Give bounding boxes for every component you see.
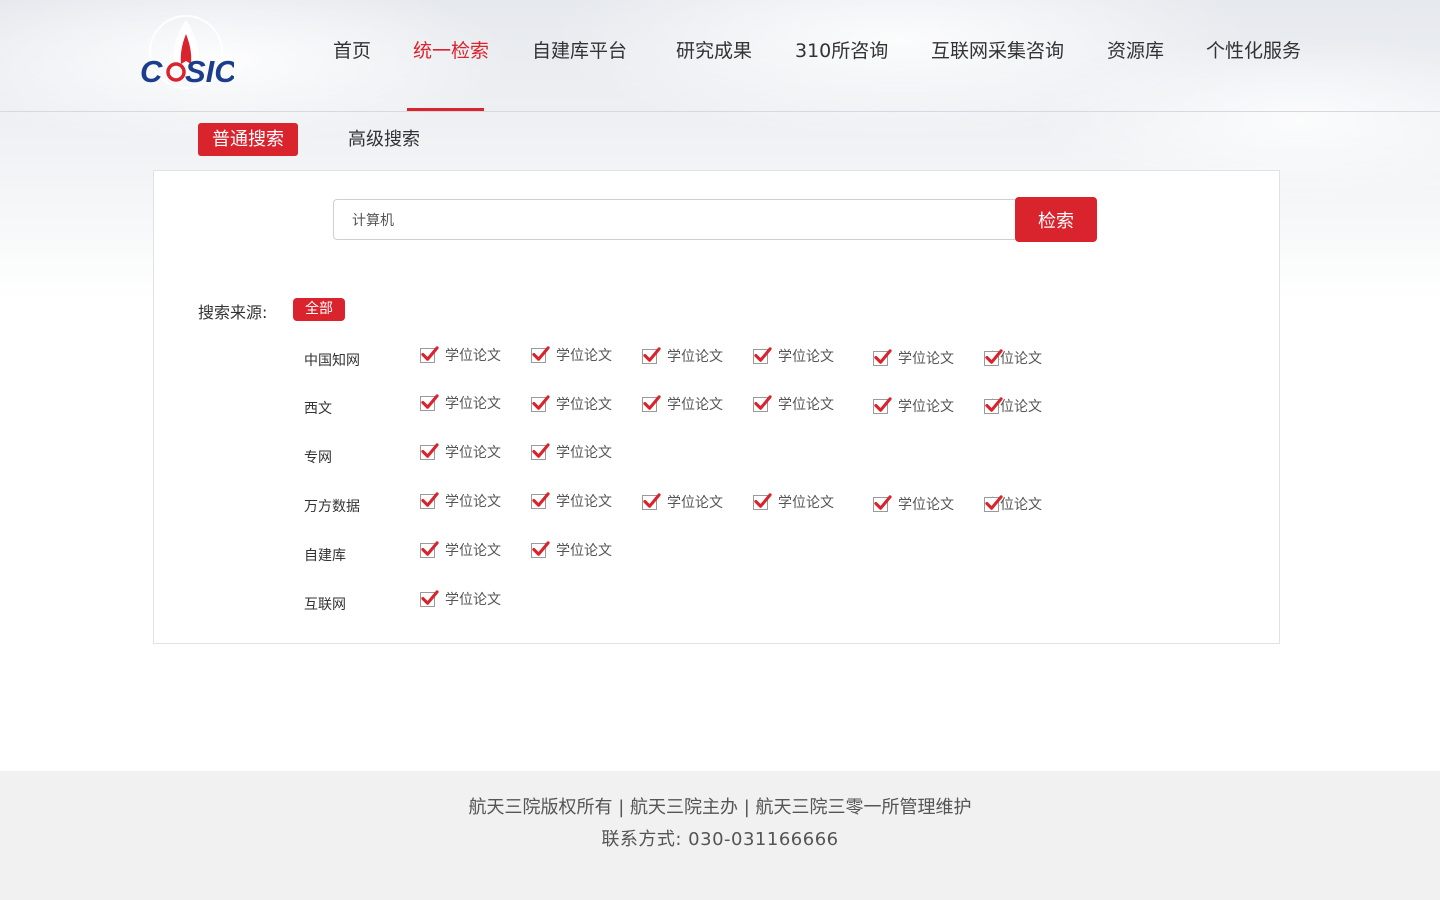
source-option-label: 学位论文 — [445, 592, 501, 608]
checkbox-checked-icon[interactable] — [420, 540, 439, 558]
svg-text:C: C — [140, 54, 163, 89]
select-all-button[interactable]: 全部 — [293, 298, 345, 321]
search-input[interactable] — [333, 199, 1017, 240]
source-row-label: 互联网 — [304, 597, 346, 613]
checkbox-checked-icon[interactable] — [531, 491, 550, 509]
source-option[interactable]: 学位论文 — [873, 494, 954, 514]
active-nav-indicator — [407, 108, 484, 111]
checkbox-checked-icon[interactable] — [873, 494, 892, 512]
source-option[interactable]: 学位论文 — [984, 494, 1042, 514]
checkbox-checked-icon[interactable] — [873, 348, 892, 366]
source-option-label: 学位论文 — [667, 495, 723, 511]
source-option[interactable]: 学位论文 — [642, 492, 723, 512]
source-row-label: 自建库 — [304, 548, 346, 564]
source-option[interactable]: 学位论文 — [420, 589, 501, 609]
source-option-label: 学位论文 — [445, 445, 501, 461]
checkbox-checked-icon[interactable] — [420, 491, 439, 509]
checkbox-checked-icon[interactable] — [420, 345, 439, 363]
checkbox-checked-icon[interactable] — [531, 540, 550, 558]
checkbox-checked-icon[interactable] — [984, 396, 1003, 414]
source-option-label: 学位论文 — [667, 397, 723, 413]
tab-advanced-search[interactable]: 高级搜索 — [348, 123, 420, 156]
source-option-label: 学位论文 — [556, 494, 612, 510]
source-option[interactable]: 学位论文 — [873, 396, 954, 416]
source-option-label: 学位论文 — [445, 396, 501, 412]
svg-text:SIC: SIC — [185, 54, 234, 89]
source-option[interactable]: 学位论文 — [642, 394, 723, 414]
source-option[interactable]: 学位论文 — [531, 491, 612, 511]
source-option[interactable]: 学位论文 — [753, 492, 834, 512]
nav-item-personalized-service[interactable]: 个性化服务 — [1206, 36, 1301, 63]
source-option-label: 学位论文 — [556, 397, 612, 413]
search-button[interactable]: 检索 — [1015, 197, 1097, 242]
footer-copyright: 航天三院版权所有 | 航天三院主办 | 航天三院三零一所管理维护 — [468, 797, 972, 818]
checkbox-checked-icon[interactable] — [984, 348, 1003, 366]
source-row-label: 西文 — [304, 401, 332, 417]
source-option-label: 学位论文 — [556, 445, 612, 461]
nav-item-self-built-platform[interactable]: 自建库平台 — [532, 36, 627, 63]
source-option-label: 学位论文 — [898, 351, 954, 367]
source-option[interactable]: 学位论文 — [642, 346, 723, 366]
checkbox-checked-icon[interactable] — [642, 492, 661, 510]
checkbox-checked-icon[interactable] — [984, 494, 1003, 512]
checkbox-checked-icon[interactable] — [420, 589, 439, 607]
source-option[interactable]: 学位论文 — [420, 540, 501, 560]
source-option-label: 学位论文 — [556, 543, 612, 559]
nav-item-unified-search[interactable]: 统一检索 — [413, 36, 489, 63]
source-option[interactable]: 学位论文 — [753, 346, 834, 366]
source-option[interactable]: 学位论文 — [531, 540, 612, 560]
source-option-label: 学位论文 — [445, 494, 501, 510]
source-option-label: 学位论文 — [778, 495, 834, 511]
checkbox-checked-icon[interactable] — [753, 346, 772, 364]
source-row-label: 专网 — [304, 450, 332, 466]
search-source-label: 搜索来源: — [198, 303, 268, 322]
checkbox-checked-icon[interactable] — [753, 394, 772, 412]
footer-contact: 联系方式: 030-031166666 — [601, 829, 839, 850]
source-option-label: 学位论文 — [898, 497, 954, 513]
source-option[interactable]: 学位论文 — [984, 348, 1042, 368]
source-row-label: 万方数据 — [304, 499, 360, 515]
source-option[interactable]: 学位论文 — [420, 491, 501, 511]
nav-item-home[interactable]: 首页 — [333, 36, 371, 63]
source-option[interactable]: 学位论文 — [531, 442, 612, 462]
source-row-label: 中国知网 — [304, 353, 360, 369]
header: C SIC 首页 统一检索 自建库平台 研究成果 310所咨询 互联网采集咨询 … — [0, 0, 1440, 112]
source-option-label: 学位论文 — [778, 397, 834, 413]
source-option-label: 学位论文 — [445, 348, 501, 364]
source-option[interactable]: 学位论文 — [420, 345, 501, 365]
source-option[interactable]: 学位论文 — [420, 442, 501, 462]
checkbox-checked-icon[interactable] — [642, 346, 661, 364]
nav-item-research-results[interactable]: 研究成果 — [676, 36, 752, 63]
source-option[interactable]: 学位论文 — [873, 348, 954, 368]
footer: 航天三院版权所有 | 航天三院主办 | 航天三院三零一所管理维护 联系方式: 0… — [0, 771, 1440, 900]
source-option[interactable]: 学位论文 — [531, 345, 612, 365]
search-panel: 检索 搜索来源: 全部 中国知网学位论文学位论文学位论文学位论文学位论文学位论文… — [153, 170, 1280, 644]
source-option-label: 学位论文 — [445, 543, 501, 559]
tab-basic-search[interactable]: 普通搜索 — [198, 123, 298, 156]
source-option-label: 学位论文 — [898, 399, 954, 415]
casic-logo[interactable]: C SIC — [138, 14, 237, 98]
checkbox-checked-icon[interactable] — [420, 393, 439, 411]
checkbox-checked-icon[interactable] — [531, 394, 550, 412]
source-option-label: 学位论文 — [556, 348, 612, 364]
checkbox-checked-icon[interactable] — [753, 492, 772, 510]
nav-item-internet-collection[interactable]: 互联网采集咨询 — [931, 36, 1064, 63]
source-option[interactable]: 学位论文 — [531, 394, 612, 414]
checkbox-checked-icon[interactable] — [531, 442, 550, 460]
checkbox-checked-icon[interactable] — [420, 442, 439, 460]
nav-item-310-consulting[interactable]: 310所咨询 — [795, 36, 888, 63]
source-option[interactable]: 学位论文 — [753, 394, 834, 414]
checkbox-checked-icon[interactable] — [531, 345, 550, 363]
checkbox-checked-icon[interactable] — [873, 396, 892, 414]
source-option-label: 学位论文 — [667, 349, 723, 365]
checkbox-checked-icon[interactable] — [642, 394, 661, 412]
source-option-label: 学位论文 — [778, 349, 834, 365]
nav-item-resource-library[interactable]: 资源库 — [1107, 36, 1164, 63]
source-option[interactable]: 学位论文 — [984, 396, 1042, 416]
source-option[interactable]: 学位论文 — [420, 393, 501, 413]
